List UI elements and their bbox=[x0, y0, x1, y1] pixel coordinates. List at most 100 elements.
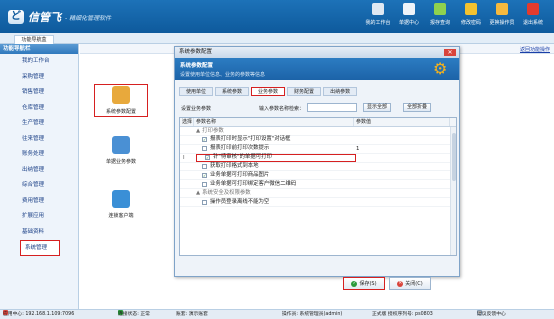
param-checkbox[interactable] bbox=[202, 146, 207, 152]
topnav-document-center[interactable]: 单据中心 bbox=[394, 3, 424, 26]
sidebar-item-warehouse[interactable]: 仓库管理 bbox=[0, 101, 78, 117]
document-list-icon bbox=[403, 3, 415, 15]
sidebar-list: 我的工作台 采购管理 销售管理 仓库管理 生产管理 往来管理 账务处理 出纳管理… bbox=[0, 54, 78, 256]
sidebar-item-production[interactable]: 生产管理 bbox=[0, 116, 78, 132]
param-name: 系统安全及权限参数 bbox=[202, 190, 251, 197]
topnav-change-password[interactable]: 修改密码 bbox=[456, 3, 486, 26]
param-value[interactable] bbox=[354, 198, 450, 206]
tab-strip: 功能导航盒 bbox=[0, 33, 554, 44]
form-settings-icon bbox=[112, 136, 130, 154]
collapse-icon[interactable]: ▲ bbox=[196, 190, 200, 196]
param-name: 获取打印格式到本地 bbox=[210, 163, 259, 170]
param-value[interactable]: 1 bbox=[354, 145, 450, 153]
col-select: 选择 bbox=[182, 118, 194, 126]
param-name: 打印参数 bbox=[202, 128, 224, 134]
param-value[interactable] bbox=[356, 154, 452, 162]
param-checkbox[interactable]: ✓ bbox=[202, 172, 207, 178]
show-all-label: 显示全部 bbox=[367, 104, 388, 110]
return-link[interactable]: 返回功能操作 bbox=[520, 46, 550, 53]
top-bar: ど 信管飞 - 精细化管理软件 我的工作台 单据中心 报存查询 修改密码 更换操… bbox=[0, 0, 554, 33]
keyword-label: 输入参数名称检索： bbox=[259, 106, 305, 112]
tile-document-params[interactable]: 单据业务参数 bbox=[94, 136, 148, 165]
close-button[interactable]: ✕ 关闭(C) bbox=[389, 277, 431, 290]
params-grid: 选择 参数名称 参数值 ▲ 打印参数 ✓ 报表打印时显示"打印设置"对话框 报表打印前打… bbox=[179, 117, 457, 256]
param-value[interactable] bbox=[354, 189, 450, 197]
monitor-icon bbox=[372, 3, 384, 15]
sidebar-item-finance[interactable]: 账务处理 bbox=[0, 147, 78, 163]
operator-info: 操作员: 系统管理员(admin) bbox=[282, 312, 343, 317]
topnav-report-query[interactable]: 报存查询 bbox=[425, 3, 455, 26]
check-icon: ✓ bbox=[351, 280, 358, 287]
tab-system-params[interactable]: 系统参数 bbox=[215, 87, 250, 96]
param-checkbox[interactable]: ✓ bbox=[205, 155, 210, 161]
database-config-icon bbox=[112, 86, 130, 104]
row-marker: I bbox=[183, 154, 185, 161]
dialog-banner: 系统参数配置 设置使用单位信息、业务的参数等信息 ⚙ bbox=[175, 58, 459, 80]
param-checkbox[interactable] bbox=[202, 199, 207, 205]
param-value[interactable] bbox=[354, 127, 450, 135]
param-row[interactable]: 操作员登录离线不能为空 bbox=[180, 198, 456, 208]
sidebar-item-extensions[interactable]: 扩展应用 bbox=[0, 209, 78, 225]
save-button[interactable]: ✓ 保存(S) bbox=[343, 277, 385, 290]
collapse-icon[interactable]: ▲ bbox=[196, 128, 200, 134]
tab-organization[interactable]: 使用单位 bbox=[179, 87, 214, 96]
sidebar-item-workbench[interactable]: 我的工作台 bbox=[0, 54, 78, 70]
param-value[interactable] bbox=[354, 163, 450, 171]
param-value[interactable] bbox=[354, 171, 450, 179]
param-name: 操作员登录离线不能为空 bbox=[210, 198, 270, 205]
section-label: 设置业务参数 bbox=[181, 106, 212, 112]
param-value[interactable] bbox=[354, 136, 450, 144]
dialog-close-icon[interactable]: ✕ bbox=[444, 49, 456, 56]
chain-network-icon bbox=[112, 190, 130, 208]
tab-business-params[interactable]: 业务参数 bbox=[251, 87, 286, 96]
sidebar-item-system[interactable]: 系统管理 bbox=[20, 240, 60, 256]
col-param-name: 参数名称 bbox=[194, 118, 354, 126]
param-name: 报表打印前打印次数提示 bbox=[210, 145, 270, 152]
grid-body: ▲ 打印参数 ✓ 报表打印时显示"打印设置"对话框 报表打印前打印次数提示 1 I ✓ 针"待审… bbox=[180, 127, 456, 208]
collapse-all-button[interactable]: 全部折叠 bbox=[403, 103, 432, 112]
tab-function-nav[interactable]: 功能导航盒 bbox=[14, 35, 54, 44]
param-checkbox[interactable]: ✓ bbox=[202, 137, 207, 143]
sidebar: 功能导航栏 我的工作台 采购管理 销售管理 仓库管理 生产管理 往来管理 账务处… bbox=[0, 44, 79, 309]
show-all-button[interactable]: 显示全部 bbox=[363, 103, 392, 112]
param-checkbox[interactable] bbox=[202, 164, 207, 169]
param-name: 针"待审核"的单据可打印 bbox=[213, 154, 272, 161]
tile-system-config[interactable]: 系统参数配置 bbox=[94, 84, 148, 117]
sidebar-title: 功能导航栏 bbox=[0, 44, 78, 54]
sidebar-item-cashier[interactable]: 出纳管理 bbox=[0, 163, 78, 179]
sidebar-item-expense[interactable]: 费用管理 bbox=[0, 194, 78, 210]
user-icon bbox=[496, 3, 508, 15]
exit-icon bbox=[527, 3, 539, 15]
param-row[interactable]: 业务单据可打印绑定客户微信二维码 bbox=[180, 180, 456, 190]
param-checkbox[interactable] bbox=[202, 181, 207, 187]
sidebar-item-purchase[interactable]: 采购管理 bbox=[0, 70, 78, 86]
status-bar: 应用中心: 192.168.1.109:7096 连接状态: 正常 账套: 演示… bbox=[0, 309, 554, 319]
sidebar-item-accounts[interactable]: 往来管理 bbox=[0, 132, 78, 148]
scroll-thumb[interactable] bbox=[452, 133, 456, 181]
param-name: 业务单据可打印商品图片 bbox=[210, 171, 270, 178]
param-value[interactable] bbox=[354, 180, 450, 188]
topnav-my-workbench[interactable]: 我的工作台 bbox=[363, 3, 393, 26]
tab-cashier-params[interactable]: 出纳参数 bbox=[323, 87, 358, 96]
param-name: 业务单据可打印绑定客户微信二维码 bbox=[210, 180, 297, 187]
close-icon: ✕ bbox=[397, 280, 404, 287]
keyword-search-input[interactable] bbox=[307, 103, 357, 112]
dialog-tabs: 使用单位 系统参数 业务参数 财务配置 出纳参数 bbox=[179, 87, 359, 96]
sidebar-item-sales[interactable]: 销售管理 bbox=[0, 85, 78, 101]
license-info: 正式版 授权序列号: ps0803 bbox=[372, 312, 433, 317]
dialog-title: 系统参数配置 bbox=[175, 47, 459, 58]
param-name: 报表打印时显示"打印设置"对话框 bbox=[210, 136, 291, 143]
grid-scrollbar[interactable] bbox=[450, 127, 456, 255]
app-logo: ど 信管飞 - 精细化管理软件 bbox=[8, 9, 111, 25]
server-info: 应用中心: 192.168.1.109:7096 bbox=[3, 312, 75, 317]
topnav-exit-system[interactable]: 退出系统 bbox=[518, 3, 548, 26]
tab-finance-config[interactable]: 财务配置 bbox=[287, 87, 322, 96]
topnav-switch-operator[interactable]: 更换操作员 bbox=[487, 3, 517, 26]
col-param-value: 参数值 bbox=[354, 118, 450, 126]
lock-icon bbox=[465, 3, 477, 15]
sidebar-item-basic-data[interactable]: 基础资料 bbox=[0, 225, 78, 241]
sidebar-item-general[interactable]: 综合管理 bbox=[0, 178, 78, 194]
grid-header: 选择 参数名称 参数值 bbox=[180, 118, 456, 127]
top-nav: 我的工作台 单据中心 报存查询 修改密码 更换操作员 退出系统 bbox=[362, 3, 548, 26]
tile-chain-client[interactable]: 连锁客户端 bbox=[94, 190, 148, 219]
